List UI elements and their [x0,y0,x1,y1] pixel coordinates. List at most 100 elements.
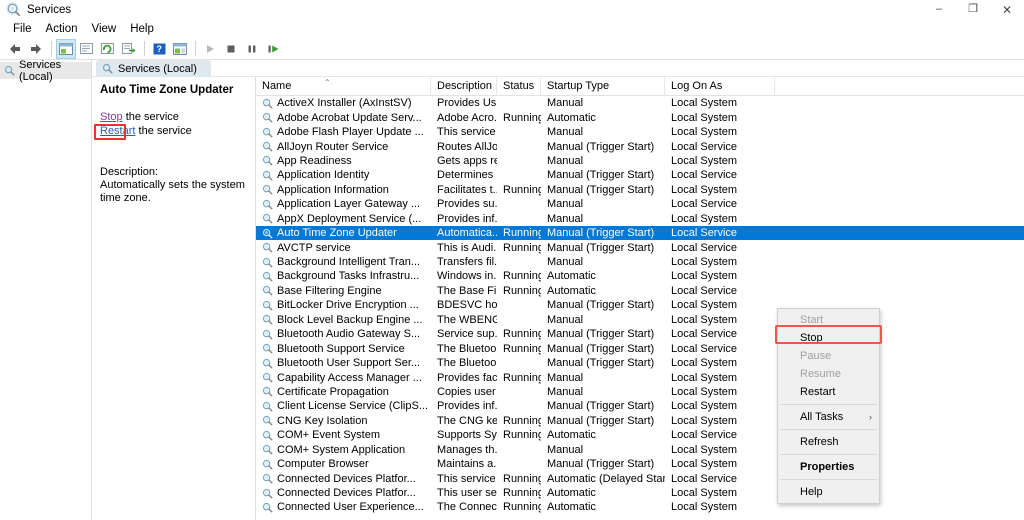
cell-log-on-as: Local System [665,313,775,327]
properties-icon[interactable] [77,39,97,59]
table-row[interactable]: Connected Devices Platfor...This service… [256,471,1024,485]
table-row[interactable]: Block Level Backup Engine ...The WBENG..… [256,313,1024,327]
table-row[interactable]: AllJoyn Router ServiceRoutes AllJo...Man… [256,139,1024,153]
service-gear-icon [262,271,273,282]
context-menu-restart[interactable]: Restart [778,383,879,401]
table-row[interactable]: Computer BrowserMaintains a...Manual (Tr… [256,457,1024,471]
column-header-description[interactable]: Description [431,77,497,96]
table-row[interactable]: Certificate PropagationCopies user ...Ma… [256,385,1024,399]
table-row[interactable]: Connected User Experience...The Connec..… [256,500,1024,514]
show-hide-console-tree-icon[interactable] [56,39,76,59]
table-row[interactable]: Background Tasks Infrastru...Windows in.… [256,269,1024,283]
refresh-icon[interactable] [98,39,118,59]
column-header-startup-type[interactable]: Startup Type [541,77,665,96]
table-row[interactable]: COM+ System ApplicationManages th...Manu… [256,443,1024,457]
description-text: Automatically sets the system time zone. [100,179,247,205]
cell-startup-type: Manual (Trigger Start) [541,140,665,154]
table-row[interactable]: Adobe Flash Player Update ...This servic… [256,125,1024,139]
service-name-label: AllJoyn Router Service [277,140,388,154]
table-row[interactable]: COM+ Event SystemSupports Sy...RunningAu… [256,428,1024,442]
service-name-label: Bluetooth User Support Ser... [277,356,420,370]
context-menu-stop[interactable]: Stop [778,329,879,347]
maximize-button[interactable]: ❐ [956,0,990,19]
cell-status: Running [497,284,541,298]
panes: Auto Time Zone Updater Stop the service … [92,77,1024,520]
menu-action[interactable]: Action [39,21,85,37]
start-service-icon[interactable] [200,39,220,59]
restart-service-link[interactable]: Restart [100,125,135,137]
cell-name: ActiveX Installer (AxInstSV) [256,96,431,110]
forward-icon[interactable] [26,39,46,59]
table-row[interactable]: Capability Access Manager ...Provides fa… [256,370,1024,384]
table-row[interactable]: AVCTP serviceThis is Audi...RunningManua… [256,240,1024,254]
context-menu-item-label: Restart [800,386,835,398]
service-gear-icon [262,358,273,369]
service-gear-icon [262,155,273,166]
table-row[interactable]: Application Layer Gateway ...Provides su… [256,197,1024,211]
table-row[interactable]: BitLocker Drive Encryption ...BDESVC hos… [256,298,1024,312]
context-menu-all-tasks[interactable]: All Tasks› [778,408,879,426]
menu-help[interactable]: Help [123,21,161,37]
cell-status: Running [497,241,541,255]
table-row[interactable]: Application IdentityDetermines ...Manual… [256,168,1024,182]
table-row[interactable]: App ReadinessGets apps re...ManualLocal … [256,154,1024,168]
tree-node-label: Services (Local) [19,59,91,83]
cell-name: Adobe Acrobat Update Serv... [256,111,431,125]
cell-name: Bluetooth User Support Ser... [256,356,431,370]
column-header-log-on-as[interactable]: Log On As [665,77,775,96]
cell-log-on-as: Local System [665,486,775,500]
tab-label: Services (Local) [118,63,197,75]
cell-status: Running [497,342,541,356]
table-row[interactable]: Connected Devices Platfor...This user se… [256,486,1024,500]
cell-description: Transfers fil... [431,255,497,269]
help-icon[interactable]: ? [149,39,169,59]
table-row[interactable]: Background Intelligent Tran...Transfers … [256,255,1024,269]
cell-name: BitLocker Drive Encryption ... [256,298,431,312]
cell-name: Application Layer Gateway ... [256,197,431,211]
column-header-status[interactable]: Status [497,77,541,96]
service-gear-icon [262,300,273,311]
context-menu-help[interactable]: Help [778,483,879,501]
table-row[interactable]: Bluetooth User Support Ser...The Bluetoo… [256,356,1024,370]
tree-node-services-local[interactable]: Services (Local) [0,62,91,79]
export-list-icon[interactable] [119,39,139,59]
column-header-filler [775,77,1024,96]
pause-service-icon[interactable] [242,39,262,59]
menu-view[interactable]: View [85,21,124,37]
table-row[interactable]: Bluetooth Support ServiceThe Bluetoo...R… [256,341,1024,355]
context-menu-refresh[interactable]: Refresh [778,433,879,451]
cell-log-on-as: Local System [665,457,775,471]
stop-service-link[interactable]: Stop [100,111,123,123]
restart-service-icon[interactable] [263,39,283,59]
context-menu: StartStopPauseResumeRestartAll Tasks›Ref… [777,308,880,504]
table-row[interactable]: Bluetooth Audio Gateway S...Service sup.… [256,327,1024,341]
service-gear-icon [262,127,273,138]
table-row[interactable]: AppX Deployment Service (...Provides inf… [256,212,1024,226]
table-row[interactable]: Application InformationFacilitates t...R… [256,183,1024,197]
cell-description: Provides inf... [431,212,497,226]
tab-services-local[interactable]: Services (Local) [96,60,211,77]
back-icon[interactable] [5,39,25,59]
table-row[interactable]: CNG Key IsolationThe CNG ke...RunningMan… [256,414,1024,428]
menu-file[interactable]: File [6,21,39,37]
show-action-pane-icon[interactable] [170,39,190,59]
table-row[interactable]: Client License Service (ClipS...Provides… [256,399,1024,413]
stop-service-icon[interactable] [221,39,241,59]
table-row[interactable]: Base Filtering EngineThe Base Fil...Runn… [256,284,1024,298]
cell-name: Auto Time Zone Updater [256,226,431,240]
column-header-name[interactable]: Name ⌃ [256,77,431,96]
cell-log-on-as: Local System [665,385,775,399]
cell-log-on-as: Local Service [665,197,775,211]
cell-name: Application Information [256,183,431,197]
minimize-button[interactable]: – [922,0,956,19]
service-gear-icon [262,98,273,109]
table-row[interactable]: Auto Time Zone UpdaterAutomatica...Runni… [256,226,1024,240]
cell-description: The WBENG... [431,313,497,327]
context-menu-properties[interactable]: Properties [778,458,879,476]
cell-startup-type: Manual [541,255,665,269]
table-row[interactable]: Adobe Acrobat Update Serv...Adobe Acro..… [256,110,1024,124]
table-row[interactable]: ActiveX Installer (AxInstSV)Provides Us.… [256,96,1024,110]
cell-startup-type: Manual [541,125,665,139]
service-gear-icon [262,459,273,470]
close-button[interactable]: ✕ [990,0,1024,19]
